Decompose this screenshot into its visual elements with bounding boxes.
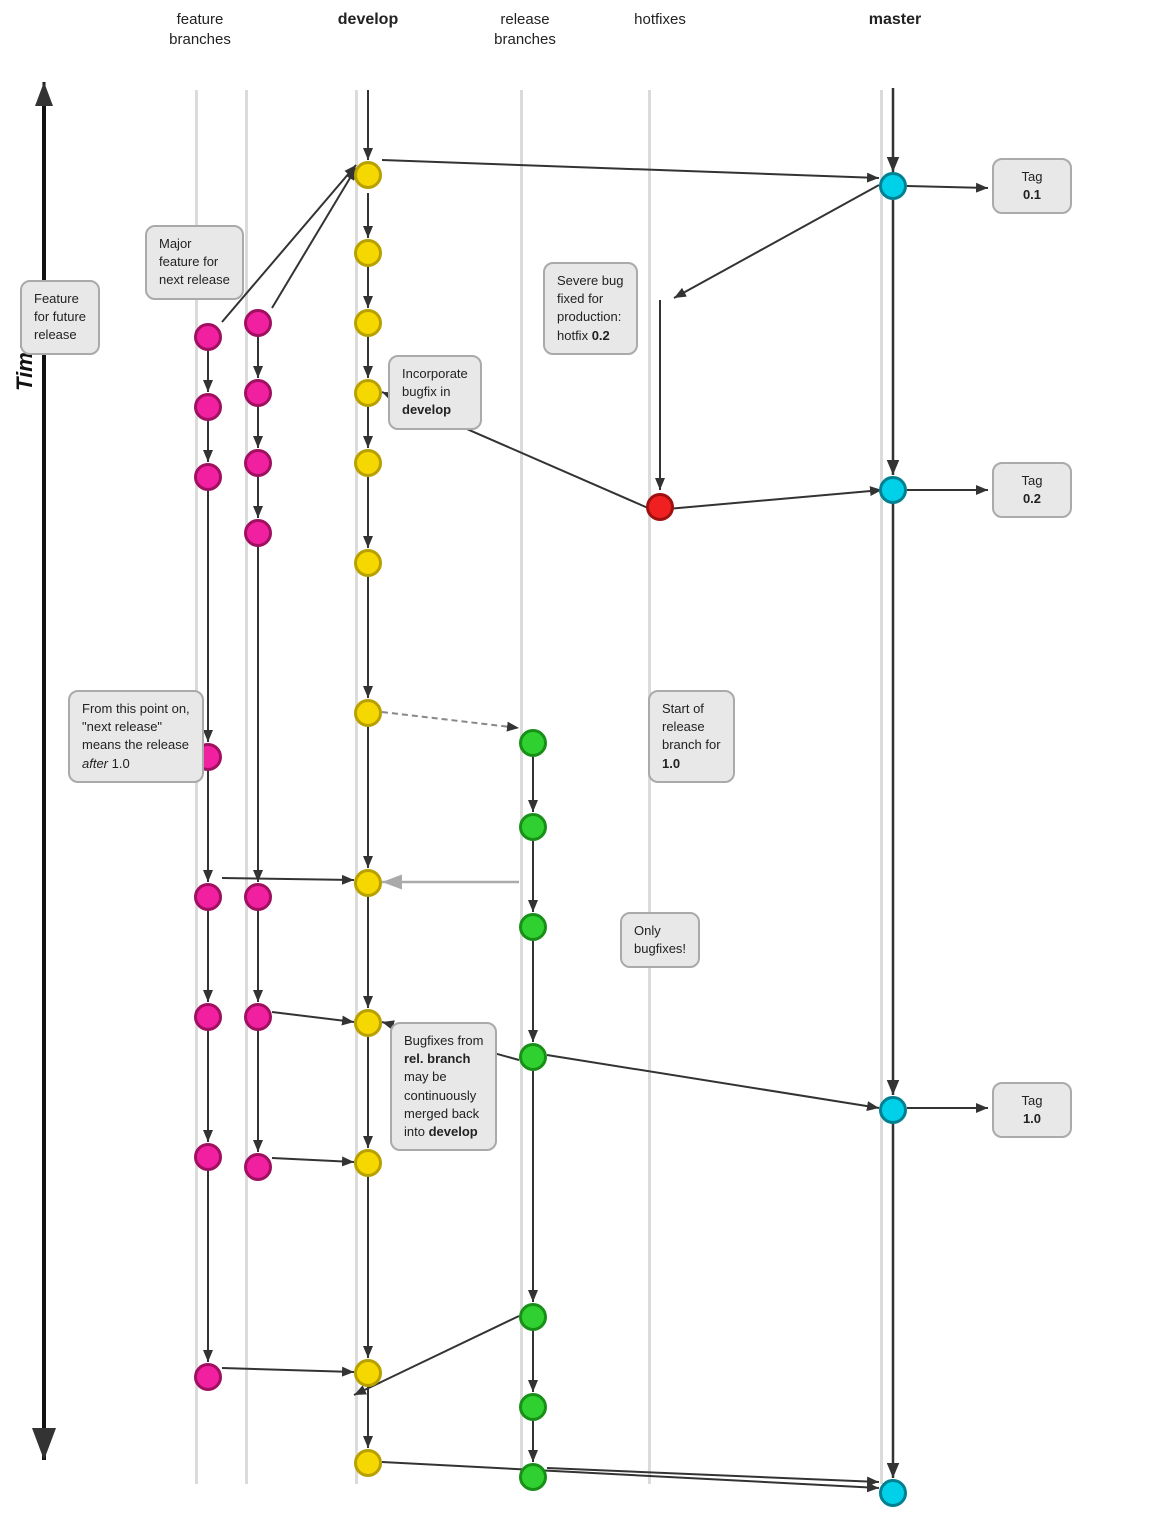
develop-node-3 (354, 309, 382, 337)
callout-next-release: From this point on,"next release"means t… (68, 690, 204, 783)
release-node-7 (519, 1463, 547, 1491)
feature1-node-2 (194, 393, 222, 421)
feature2-node-7 (244, 1153, 272, 1181)
callout-severe-bug: Severe bugfixed forproduction:hotfix 0.2 (543, 262, 638, 355)
feature1-node-5 (194, 883, 222, 911)
feature1-node-1 (194, 323, 222, 351)
tag-02: Tag0.2 (992, 462, 1072, 518)
release-node-4 (519, 1043, 547, 1071)
callout-incorporate-bugfix: Incorporatebugfix indevelop (388, 355, 482, 430)
release-node-1 (519, 729, 547, 757)
release-node-6 (519, 1393, 547, 1421)
release-node-3 (519, 913, 547, 941)
develop-node-1 (354, 161, 382, 189)
develop-node-5 (354, 449, 382, 477)
hotfix-node-1 (646, 493, 674, 521)
develop-node-8 (354, 869, 382, 897)
develop-node-2 (354, 239, 382, 267)
feature1-node-8 (194, 1363, 222, 1391)
callout-only-bugfixes: Onlybugfixes! (620, 912, 700, 968)
master-node-1 (879, 172, 907, 200)
header-feature-branches: feature branches (155, 10, 245, 49)
header-release-branches: release branches (470, 10, 580, 49)
release-node-5 (519, 1303, 547, 1331)
callout-bugfixes-merged: Bugfixes fromrel. branchmay becontinuous… (390, 1022, 497, 1151)
callout-major-feature: Majorfeature fornext release (145, 225, 244, 300)
header-hotfixes: hotfixes (615, 10, 705, 30)
develop-node-10 (354, 1149, 382, 1177)
branch-line-feature2 (245, 90, 248, 1484)
callout-feature-future: Featurefor futurerelease (20, 280, 100, 355)
tag-10: Tag1.0 (992, 1082, 1072, 1138)
develop-node-4 (354, 379, 382, 407)
tag-01: Tag0.1 (992, 158, 1072, 214)
feature2-node-2 (244, 379, 272, 407)
feature2-node-6 (244, 1003, 272, 1031)
develop-node-11 (354, 1359, 382, 1387)
master-node-3 (879, 1096, 907, 1124)
master-node-2 (879, 476, 907, 504)
feature2-node-3 (244, 449, 272, 477)
feature1-node-6 (194, 1003, 222, 1031)
develop-node-12 (354, 1449, 382, 1477)
feature2-node-5 (244, 883, 272, 911)
callout-start-release: Start ofreleasebranch for1.0 (648, 690, 735, 783)
feature2-node-1 (244, 309, 272, 337)
master-node-4 (879, 1479, 907, 1507)
header-master: master (855, 10, 935, 31)
branch-line-develop (355, 90, 358, 1484)
develop-node-7 (354, 699, 382, 727)
branch-line-master (880, 90, 883, 1484)
develop-node-6 (354, 549, 382, 577)
feature1-node-7 (194, 1143, 222, 1171)
feature2-node-4 (244, 519, 272, 547)
feature1-node-3 (194, 463, 222, 491)
diagram: feature branches develop release branche… (0, 0, 1150, 1524)
header-develop: develop (328, 10, 408, 31)
branch-line-release (520, 90, 523, 1484)
branch-line-hotfix (648, 90, 651, 1484)
release-node-2 (519, 813, 547, 841)
develop-node-9 (354, 1009, 382, 1037)
